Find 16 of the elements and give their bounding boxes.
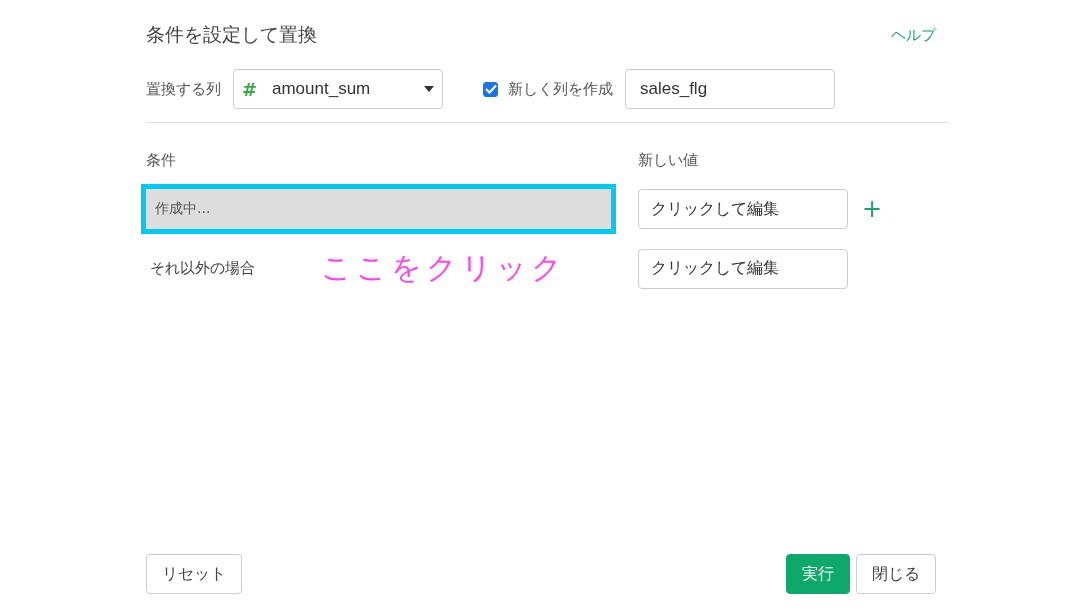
new-column-label: 新しく列を作成 <box>508 79 613 99</box>
dialog-title: 条件を設定して置換 <box>146 22 317 47</box>
condition-field[interactable]: 作成中... <box>141 184 616 234</box>
new-value-header: 新しい値 <box>638 151 699 170</box>
value-field[interactable]: クリックして編集 <box>638 248 848 289</box>
condition-header: 条件 <box>146 151 177 170</box>
checkbox[interactable] <box>483 81 498 97</box>
column-label: 置換する列 <box>146 79 221 99</box>
value-field[interactable]: クリックして編集 <box>638 189 848 229</box>
caret-icon <box>424 86 434 92</box>
annotation-text: ここをクリック <box>321 249 566 287</box>
new-column-input[interactable]: sales_flg <box>625 69 835 109</box>
reset-button[interactable]: リセット <box>146 554 242 594</box>
else-label: それ以外の場合 <box>149 259 255 278</box>
close-button[interactable]: 閉じる <box>856 554 936 594</box>
column-dropdown[interactable]: # amount_sum <box>233 69 443 109</box>
